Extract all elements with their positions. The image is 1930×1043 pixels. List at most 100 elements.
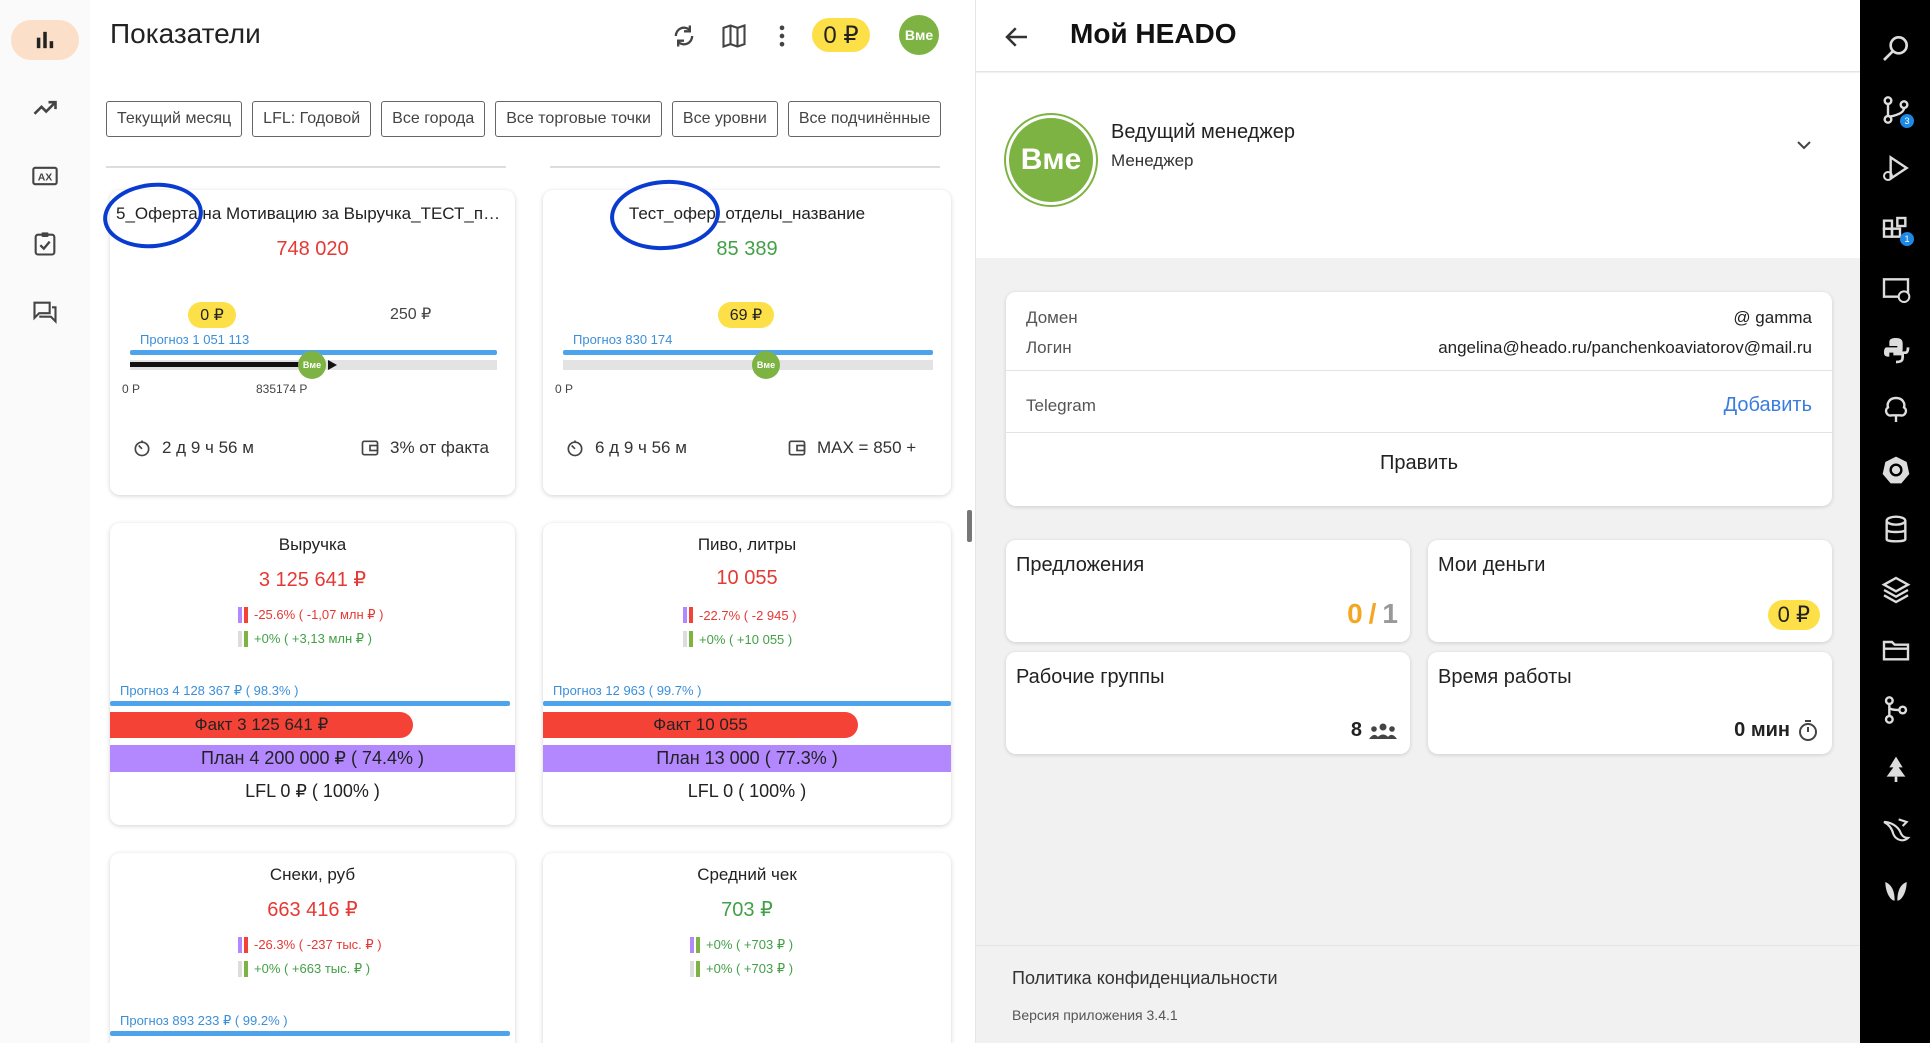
metric-forecast: Прогноз 12 963 ( 99.7% ): [553, 683, 702, 698]
leaf-icon[interactable]: [1880, 874, 1912, 906]
map-button[interactable]: [718, 20, 750, 52]
offer-time-text: 6 д 9 ч 56 м: [595, 438, 687, 457]
delta-bar-icon: [683, 607, 693, 623]
offer-title: Тест_офер_отделы_название: [628, 204, 866, 223]
delta-bar-icon: [683, 631, 693, 647]
panel-header: Мой HEADO: [976, 0, 1860, 72]
time-value: 0 мин: [1734, 718, 1790, 741]
database-icon[interactable]: [1880, 514, 1912, 546]
docker-whale-icon[interactable]: [1880, 814, 1912, 846]
offer-time-text: 2 д 9 ч 56 м: [162, 438, 254, 457]
ax-icon: AX: [32, 166, 58, 186]
map-icon: [722, 24, 746, 48]
offer-bonus-text: 3% от факта: [390, 438, 490, 457]
back-arrow-icon[interactable]: [1002, 22, 1032, 52]
search-icon[interactable]: [1880, 32, 1912, 64]
divider: [106, 166, 506, 168]
work-time-tile[interactable]: Время работы 0 мин: [1428, 652, 1832, 754]
metric-delta-plan: +0% ( +10 055 ): [683, 631, 792, 647]
nav-chat-button[interactable]: [11, 292, 79, 332]
offer-reward-pill: 0 ₽: [188, 302, 236, 328]
offers-total: 1: [1382, 598, 1398, 629]
refresh-icon: [674, 25, 694, 47]
user-avatar[interactable]: Вме: [899, 15, 939, 55]
refresh-button[interactable]: [668, 20, 700, 52]
metric-value: 703 ₽: [721, 899, 773, 921]
delta-bar-icon: [238, 961, 248, 977]
app-version: Версия приложения 3.4.1: [1012, 1007, 1178, 1023]
balance-pill[interactable]: 0 ₽: [812, 18, 870, 52]
divider: [1006, 370, 1832, 371]
metric-forecast: Прогноз 4 128 367 ₽ ( 98.3% ): [120, 683, 299, 698]
metric-lfl: LFL 0 ( 100% ): [687, 781, 807, 801]
checklist-icon: [34, 232, 56, 256]
nav-trending-button[interactable]: [11, 88, 79, 128]
metric-fact-bar: Факт 10 055: [543, 712, 858, 738]
metric-plan-bar: План 4 200 000 ₽ ( 74.4% ): [110, 745, 515, 772]
progress-track: [563, 360, 933, 370]
folder-icon[interactable]: [1880, 634, 1912, 666]
edit-button[interactable]: Править: [1006, 452, 1832, 475]
filter-lfl-chip[interactable]: LFL: Годовой: [252, 101, 372, 137]
python-icon[interactable]: [1880, 334, 1912, 366]
metric-title: Средний чек: [697, 865, 797, 884]
more-menu-button[interactable]: [766, 20, 798, 52]
chevron-down-icon[interactable]: [1792, 133, 1816, 157]
delta-bar-icon: [238, 631, 248, 647]
offers-tile[interactable]: Предложения 0 / 1: [1006, 540, 1410, 642]
filter-period-chip[interactable]: Текущий месяц: [106, 101, 243, 137]
filter-level-chip[interactable]: Все уровни: [671, 101, 778, 137]
offers-done: 0: [1347, 598, 1363, 629]
privacy-policy-link[interactable]: Политика конфиденциальности: [1012, 968, 1278, 989]
metric-card[interactable]: Средний чек 703 ₽ +0% ( +703 ₽ ) +0% ( +…: [543, 853, 951, 1043]
offer-mark-label: 835174 Р: [256, 382, 308, 396]
filter-store-chip[interactable]: Все торговые точки: [495, 101, 662, 137]
account-info-card: Домен @ gamma Логин angelina@heado.ru/pa…: [1006, 292, 1832, 506]
git-graph-icon[interactable]: [1880, 694, 1912, 726]
metric-title: Снеки, руб: [269, 865, 356, 884]
group-people-icon: [1369, 723, 1397, 739]
offers-count: 0 / 1: [1347, 598, 1398, 630]
layers-icon[interactable]: [1880, 574, 1912, 606]
pane-resize-handle[interactable]: [967, 510, 972, 542]
divider: [976, 945, 1860, 946]
profile-avatar: Вме: [1006, 115, 1096, 205]
page-title: Показатели: [110, 18, 261, 49]
filter-subordinates-chip[interactable]: Все подчинённые: [787, 101, 942, 137]
offer-reward-pill: 69 ₽: [718, 302, 774, 328]
remote-explorer-icon[interactable]: [1880, 274, 1912, 306]
metric-card[interactable]: Пиво, литры 10 055 -22.7% ( -2 945 ) +0%…: [543, 523, 951, 825]
offer-min-label: 0 Р: [555, 382, 574, 396]
tree-icon[interactable]: [1880, 394, 1912, 426]
filter-city-chip[interactable]: Все города: [381, 101, 486, 137]
offer-target-reward: 250 ₽: [390, 306, 432, 323]
time-title: Время работы: [1438, 666, 1572, 688]
my-money-tile[interactable]: Мои деньги 0 ₽: [1428, 540, 1832, 642]
telegram-add-link[interactable]: Добавить: [1724, 394, 1812, 417]
metric-fact-bar: Факт 3 125 641 ₽: [110, 712, 413, 738]
metric-card[interactable]: Выручка 3 125 641 ₽ -25.6% ( -1,07 млн ₽…: [110, 523, 515, 825]
nav-dashboard-button[interactable]: [11, 20, 79, 60]
pine-icon[interactable]: [1880, 754, 1912, 786]
offer-min-label: 0 Р: [122, 382, 141, 396]
timer-icon: [567, 440, 583, 457]
metric-delta-plan: +0% ( +663 тыс. ₽ ): [238, 961, 370, 977]
metric-delta-lfl: -22.7% ( -2 945 ): [683, 607, 797, 623]
offer-card[interactable]: Тест_офер_отделы_название 85 389 69 ₽ Пр…: [543, 190, 951, 495]
wallet-icon: [361, 440, 379, 456]
delta-text: -26.3% ( -237 тыс. ₽ ): [254, 937, 382, 952]
offer-time-left: 2 д 9 ч 56 м: [132, 438, 254, 458]
offers-title: Предложения: [1016, 554, 1145, 576]
metric-forecast: Прогноз 893 233 ₽ ( 99.2% ): [120, 1013, 288, 1028]
nav-ax-button[interactable]: AX: [11, 156, 79, 196]
kubernetes-icon[interactable]: [1880, 454, 1912, 486]
work-groups-tile[interactable]: Рабочие группы 8: [1006, 652, 1410, 754]
chat-icon: [33, 301, 57, 324]
more-vertical-icon: [779, 25, 785, 47]
nav-tasks-button[interactable]: [11, 224, 79, 264]
progress-marker-avatar: Вме: [298, 351, 326, 379]
profile-section[interactable]: Вме Ведущий менеджер Менеджер: [976, 73, 1860, 258]
run-debug-icon[interactable]: [1880, 152, 1912, 184]
metric-card[interactable]: Снеки, руб 663 416 ₽ -26.3% ( -237 тыс. …: [110, 853, 515, 1043]
offer-bonus: 3% от факта: [360, 438, 489, 458]
